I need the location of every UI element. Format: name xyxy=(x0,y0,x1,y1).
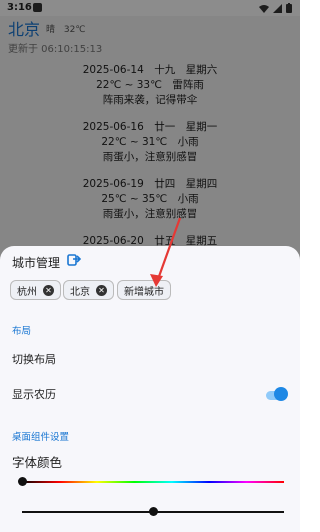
annotation-arrow xyxy=(150,217,182,287)
